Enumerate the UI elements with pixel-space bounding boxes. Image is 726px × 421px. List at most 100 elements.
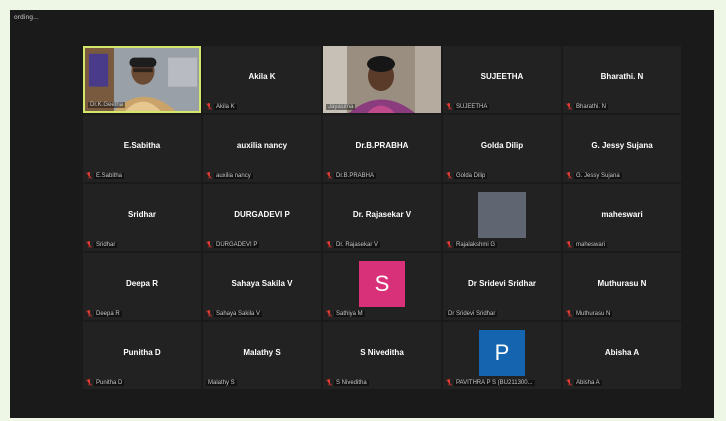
- participant-tile[interactable]: Bharathi. N Bharathi. N: [563, 46, 681, 113]
- participant-tile[interactable]: DURGADEVI P DURGADEVI P: [203, 184, 321, 251]
- participant-display-name: SUJEETHA: [454, 103, 490, 110]
- participant-name: E.Sabitha: [123, 141, 161, 150]
- participant-display-name: DURGADEVI P: [214, 241, 260, 248]
- participant-tile[interactable]: maheswari maheswari: [563, 184, 681, 251]
- participant-display-name: Dr.K.Geetha: [88, 102, 126, 108]
- participant-label: Dr. Rajasekar V: [326, 241, 381, 248]
- muted-mic-icon: [86, 379, 92, 386]
- participant-display-name: Sahaya Sakila V: [214, 310, 263, 317]
- muted-mic-icon: [86, 172, 92, 179]
- muted-mic-icon: [446, 379, 452, 386]
- meeting-window: ording... Dr.K.Geetha Akila K Akila K Jayas…: [10, 10, 714, 418]
- participant-display-name: Bharathi. N: [574, 103, 609, 110]
- participant-display-name: G. Jessy Sujana: [574, 172, 622, 179]
- participant-display-name: Muthurasu N: [574, 310, 613, 317]
- participant-label: Punitha D: [86, 379, 125, 386]
- participant-label: Bharathi. N: [566, 103, 609, 110]
- participant-display-name: Rajalakshmi G: [454, 241, 498, 248]
- participant-display-name: auxilia nancy: [214, 172, 253, 179]
- muted-mic-icon: [206, 103, 212, 110]
- participant-display-name: Malathy S: [206, 380, 237, 386]
- participant-tile[interactable]: P PAVITHRA P S (BU211300...: [443, 322, 561, 389]
- participant-tile[interactable]: E.Sabitha E.Sabitha: [83, 115, 201, 182]
- participant-name: Malathy S: [243, 348, 281, 357]
- recording-indicator: ording...: [14, 14, 39, 21]
- muted-mic-icon: [206, 172, 212, 179]
- participant-tile[interactable]: Muthurasu N Muthurasu N: [563, 253, 681, 320]
- muted-mic-icon: [326, 172, 332, 179]
- muted-mic-icon: [326, 310, 332, 317]
- participant-label: Dr.B.PRABHA: [326, 172, 377, 179]
- muted-mic-icon: [446, 241, 452, 248]
- participant-tile[interactable]: Dr Sridevi Sridhar Dr Sridevi Sridhar: [443, 253, 561, 320]
- participant-tile[interactable]: auxilia nancy auxilia nancy: [203, 115, 321, 182]
- participant-video-feed: [323, 46, 441, 113]
- participant-display-name: Deepa R: [94, 310, 122, 317]
- participant-tile[interactable]: Dr.K.Geetha: [83, 46, 201, 113]
- participant-name: Dr.B.PRABHA: [355, 141, 409, 150]
- participant-tile[interactable]: Jayasima: [323, 46, 441, 113]
- participant-tile[interactable]: G. Jessy Sujana G. Jessy Sujana: [563, 115, 681, 182]
- participant-label: Rajalakshmi G: [446, 241, 498, 248]
- participant-tile[interactable]: Sridhar Sridhar: [83, 184, 201, 251]
- participant-gallery: Dr.K.Geetha Akila K Akila K Jayasima SUJEETH…: [83, 46, 681, 389]
- participant-tile[interactable]: Abisha A Abisha A: [563, 322, 681, 389]
- participant-display-name: PAVITHRA P S (BU211300...: [454, 379, 535, 386]
- participant-label: Golda Dilip: [446, 172, 488, 179]
- participant-name: Dr Sridevi Sridhar: [467, 279, 537, 288]
- muted-mic-icon: [206, 310, 212, 317]
- participant-name: Bharathi. N: [600, 72, 644, 81]
- participant-display-name: Sathiya M: [334, 310, 365, 317]
- participant-display-name: Akila K: [214, 103, 237, 110]
- participant-display-name: Dr Sridevi Sridhar: [446, 311, 498, 317]
- participant-label: SUJEETHA: [446, 103, 490, 110]
- muted-mic-icon: [446, 172, 452, 179]
- muted-mic-icon: [326, 241, 332, 248]
- participant-label: Malathy S: [206, 380, 237, 386]
- participant-tile[interactable]: Golda Dilip Golda Dilip: [443, 115, 561, 182]
- participant-name: Punitha D: [123, 348, 161, 357]
- participant-tile[interactable]: S Sathiya M: [323, 253, 441, 320]
- participant-tile[interactable]: Rajalakshmi G: [443, 184, 561, 251]
- participant-label: auxilia nancy: [206, 172, 253, 179]
- participant-label: G. Jessy Sujana: [566, 172, 622, 179]
- participant-label: Sathiya M: [326, 310, 365, 317]
- participant-name: G. Jessy Sujana: [591, 141, 653, 150]
- participant-tile[interactable]: SUJEETHA SUJEETHA: [443, 46, 561, 113]
- participant-tile[interactable]: Punitha D Punitha D: [83, 322, 201, 389]
- participant-display-name: Punitha D: [94, 379, 125, 386]
- participant-name: Muthurasu N: [597, 279, 647, 288]
- participant-tile[interactable]: S Niveditha S Niveditha: [323, 322, 441, 389]
- muted-mic-icon: [86, 310, 92, 317]
- participant-label: E.Sabitha: [86, 172, 125, 179]
- participant-name: Sahaya Sakila V: [231, 279, 293, 288]
- participant-label: S Niveditha: [326, 379, 369, 386]
- participant-tile[interactable]: Deepa R Deepa R: [83, 253, 201, 320]
- participant-name: Dr. Rajasekar V: [352, 210, 412, 219]
- avatar-initial: S: [359, 261, 405, 307]
- participant-label: Muthurasu N: [566, 310, 613, 317]
- participant-display-name: maheswari: [574, 241, 608, 248]
- muted-mic-icon: [566, 241, 572, 248]
- participant-name: SUJEETHA: [480, 72, 524, 81]
- participant-name: Golda Dilip: [480, 141, 524, 150]
- participant-name: maheswari: [601, 210, 643, 219]
- participant-label: maheswari: [566, 241, 608, 248]
- participant-tile[interactable]: Malathy S Malathy S: [203, 322, 321, 389]
- avatar-initial: P: [479, 330, 525, 376]
- participant-tile[interactable]: Dr.B.PRABHA Dr.B.PRABHA: [323, 115, 441, 182]
- participant-display-name: S Niveditha: [334, 379, 369, 386]
- participant-tile[interactable]: Akila K Akila K: [203, 46, 321, 113]
- participant-display-name: Golda Dilip: [454, 172, 488, 179]
- participant-label: Dr Sridevi Sridhar: [446, 311, 498, 317]
- participant-tile[interactable]: Sahaya Sakila V Sahaya Sakila V: [203, 253, 321, 320]
- muted-mic-icon: [446, 103, 452, 110]
- muted-mic-icon: [326, 379, 332, 386]
- participant-display-name: Abisha A: [574, 379, 602, 386]
- muted-mic-icon: [566, 379, 572, 386]
- participant-tile[interactable]: Dr. Rajasekar V Dr. Rajasekar V: [323, 184, 441, 251]
- participant-name: Deepa R: [125, 279, 158, 288]
- participant-label: Dr.K.Geetha: [88, 102, 126, 108]
- participant-name: Abisha A: [604, 348, 640, 357]
- participant-display-name: Dr.B.PRABHA: [334, 172, 377, 179]
